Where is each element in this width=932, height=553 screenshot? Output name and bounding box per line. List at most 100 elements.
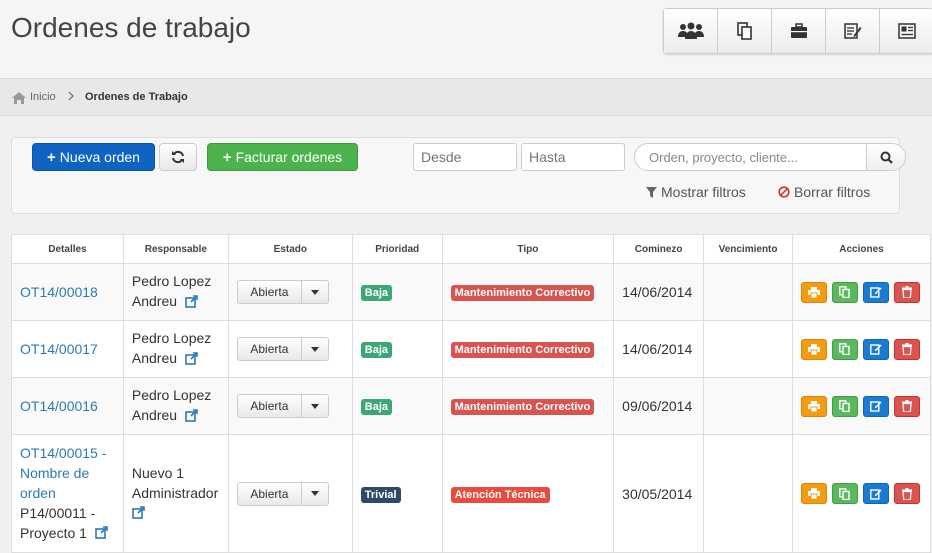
detail-cell: OT14/00015 - Nombre de orden P14/00011 -… — [11, 434, 124, 553]
start-date-cell: 14/06/2014 — [613, 320, 705, 378]
breadcrumb-home[interactable]: Inicio — [30, 91, 56, 103]
edit-list-icon[interactable] — [826, 9, 880, 53]
order-link[interactable]: OT14/00016 — [20, 398, 98, 414]
copy-icon — [839, 487, 851, 500]
priority-badge: Trivial — [360, 486, 401, 503]
print-button[interactable] — [800, 338, 827, 360]
responsible-name-2: Andreu — [131, 350, 178, 367]
trash-icon — [901, 487, 912, 500]
print-icon — [807, 488, 820, 499]
status-dropdown[interactable]: Abierta — [236, 481, 329, 506]
orders-table: Detalles Responsable Estado Prioridad Ti… — [11, 234, 932, 553]
table-row: OT14/00018 Pedro Lopez Andreu Abierta Ba… — [11, 263, 932, 321]
copy-button[interactable] — [831, 483, 858, 504]
order-link-line-1[interactable]: OT14/00015 - — [20, 445, 106, 461]
copy-button[interactable] — [831, 338, 858, 360]
status-dropdown[interactable]: Abierta — [236, 337, 329, 361]
start-date-cell: 30/05/2014 — [613, 434, 705, 553]
invoice-orders-label: Facturar ordenes — [235, 149, 343, 165]
copy-icon — [839, 400, 851, 412]
search-input[interactable]: Orden, proyecto, cliente... — [649, 150, 798, 165]
caret-down-icon[interactable] — [302, 483, 328, 505]
show-filters-link[interactable]: Mostrar filtros — [646, 184, 746, 200]
edit-icon — [870, 488, 882, 500]
header-estado[interactable]: Estado — [227, 234, 353, 264]
order-link[interactable]: OT14/00017 — [20, 341, 98, 357]
priority-cell: Baja — [351, 263, 443, 321]
clear-filters-link[interactable]: Borrar filtros — [778, 184, 870, 200]
trash-icon — [901, 400, 912, 412]
due-date-cell — [703, 377, 793, 435]
type-cell: Atención Técnica — [441, 434, 615, 553]
priority-cell: Baja — [351, 377, 443, 435]
status-label: Abierta — [238, 281, 302, 303]
page-title: Ordenes de trabajo — [11, 12, 251, 43]
responsible-cell: Nuevo 1 Administrador — [122, 434, 229, 553]
briefcase-icon[interactable] — [772, 9, 826, 53]
date-from-input[interactable] — [413, 143, 517, 171]
delete-button[interactable] — [893, 395, 920, 417]
start-date-cell: 09/06/2014 — [613, 377, 705, 435]
print-icon — [807, 286, 820, 298]
users-icon[interactable] — [664, 9, 718, 53]
print-button[interactable] — [800, 281, 827, 303]
caret-down-icon[interactable] — [302, 395, 328, 417]
order-link-line-2[interactable]: Nombre de — [20, 465, 89, 481]
detail-cell: OT14/00017 — [11, 320, 124, 378]
trash-icon — [901, 343, 912, 355]
refresh-button[interactable] — [159, 143, 197, 171]
status-label: Abierta — [238, 338, 302, 360]
contact-card-icon[interactable] — [880, 9, 932, 53]
type-badge: Mantenimiento Correctivo — [450, 342, 595, 358]
date-to-input[interactable] — [521, 143, 625, 171]
header-tipo[interactable]: Tipo — [441, 234, 615, 264]
edit-button[interactable] — [862, 483, 889, 504]
header-comienzo[interactable]: Cominezo — [613, 234, 705, 264]
type-cell: Mantenimiento Correctivo — [441, 320, 615, 378]
print-button[interactable] — [800, 395, 827, 417]
header-vencimiento[interactable]: Vencimiento — [703, 234, 793, 264]
header-prioridad[interactable]: Prioridad — [351, 234, 443, 264]
search-button[interactable] — [866, 144, 905, 170]
caret-down-icon[interactable] — [302, 281, 328, 303]
delete-button[interactable] — [893, 338, 920, 360]
copy-button[interactable] — [831, 281, 858, 303]
print-icon — [807, 343, 820, 355]
actions-cell — [791, 377, 932, 435]
header-detalles[interactable]: Detalles — [11, 234, 124, 264]
external-link-icon[interactable] — [132, 504, 145, 524]
ban-icon — [778, 186, 790, 198]
external-link-icon[interactable] — [185, 293, 198, 313]
edit-button[interactable] — [862, 395, 889, 417]
edit-icon — [870, 287, 882, 298]
copy-button[interactable] — [831, 395, 858, 417]
print-button[interactable] — [800, 483, 827, 504]
show-filters-label: Mostrar filtros — [661, 184, 746, 200]
status-label: Abierta — [238, 482, 302, 505]
table-row: OT14/00016 Pedro Lopez Andreu Abierta Ba… — [11, 377, 932, 435]
status-cell: Abierta — [227, 434, 353, 553]
type-cell: Mantenimiento Correctivo — [441, 377, 615, 435]
caret-down-icon[interactable] — [302, 338, 328, 360]
edit-button[interactable] — [862, 281, 889, 303]
order-link-line-3[interactable]: orden — [20, 485, 56, 501]
start-date-cell: 14/06/2014 — [613, 263, 705, 321]
project-name-2: Proyecto 1 — [20, 524, 87, 541]
delete-button[interactable] — [893, 483, 920, 504]
external-link-icon[interactable] — [185, 350, 198, 370]
new-order-button[interactable]: + Nueva orden — [32, 143, 155, 171]
order-link[interactable]: OT14/00018 — [20, 284, 98, 300]
edit-button[interactable] — [862, 338, 889, 360]
status-dropdown[interactable]: Abierta — [236, 280, 329, 304]
copy-documents-icon[interactable] — [718, 9, 772, 53]
header-responsable[interactable]: Responsable — [122, 234, 229, 264]
invoice-orders-button[interactable]: + Facturar ordenes — [207, 143, 358, 171]
delete-button[interactable] — [893, 281, 920, 303]
external-link-icon[interactable] — [95, 524, 108, 544]
status-dropdown[interactable]: Abierta — [236, 394, 329, 418]
external-link-icon[interactable] — [185, 407, 198, 427]
responsible-name: Nuevo 1 — [131, 464, 185, 481]
refresh-icon — [172, 150, 184, 164]
status-cell: Abierta — [227, 320, 353, 378]
table-row: OT14/00017 Pedro Lopez Andreu Abierta Ba… — [11, 320, 932, 378]
